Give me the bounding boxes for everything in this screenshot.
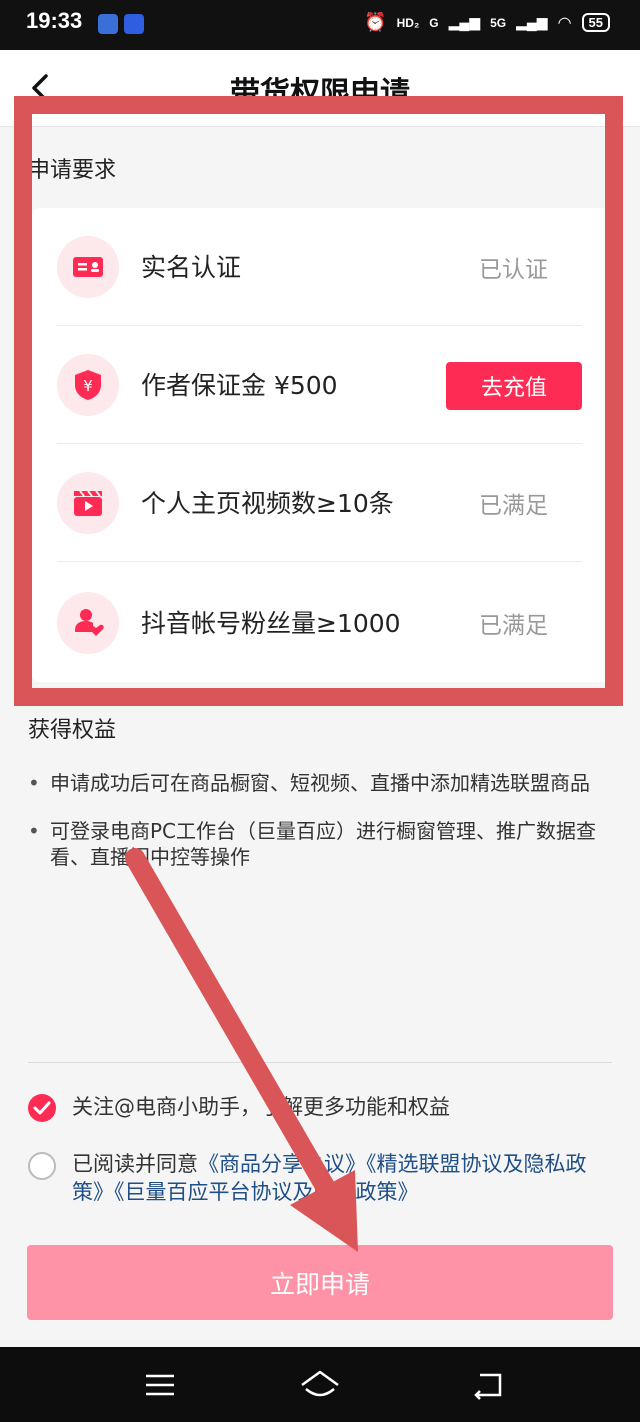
back-icon[interactable]	[470, 1367, 506, 1403]
submit-apply-button[interactable]: 立即申请	[27, 1245, 613, 1320]
requirement-label: 抖音帐号粉丝量≥1000	[141, 609, 401, 638]
requirement-label: 作者保证金 ¥500	[141, 371, 338, 400]
agreement-text: 已阅读并同意《商品分享协议》《精选联盟协议及隐私政策》《巨量百应平台协议及隐私政…	[72, 1150, 612, 1206]
privileges-section-title: 获得权益	[28, 718, 117, 743]
divider	[28, 1062, 612, 1063]
top-bar: 带货权限申请	[0, 50, 640, 127]
requirement-status: 已满足	[479, 613, 548, 639]
requirement-row-deposit: ¥ 作者保证金 ¥500 去充值	[32, 326, 610, 444]
requirement-row-fans: 抖音帐号粉丝量≥1000 已满足	[32, 564, 610, 682]
baidu-app-icon	[98, 14, 118, 34]
link-product-share-agreement[interactable]: 《商品分享协议》	[198, 1152, 366, 1176]
requirement-status: 已满足	[479, 493, 548, 519]
requirement-status: 已认证	[479, 257, 548, 283]
signal-bars-icon-2: ▂▄▆	[516, 14, 548, 30]
svg-text:¥: ¥	[83, 377, 93, 395]
signal-bars-icon-1: ▂▄▆	[448, 14, 481, 30]
yuan-shield-icon: ¥	[57, 354, 119, 416]
link-baiying-agreement[interactable]: 《巨量百应平台协议及隐私政策》	[114, 1180, 419, 1204]
recharge-button[interactable]: 去充值	[446, 362, 582, 410]
hd-label: HD₂	[396, 15, 420, 30]
list-item: 可登录电商PC工作台（巨量百应）进行橱窗管理、推广数据查看、直播间中控等操作	[28, 818, 618, 870]
status-time: 19:33	[26, 8, 83, 33]
divider	[57, 561, 582, 562]
agree-checkbox[interactable]	[28, 1152, 56, 1180]
requirement-label: 个人主页视频数≥10条	[141, 489, 394, 518]
system-nav-bar	[0, 1347, 640, 1422]
id-card-icon	[57, 236, 119, 298]
menu-icon[interactable]	[142, 1367, 178, 1403]
requirements-card: 实名认证 已认证 ¥ 作者保证金 ¥500 去充值 个人主页视频数≥10条 已满…	[32, 208, 610, 682]
home-icon[interactable]	[298, 1367, 342, 1403]
privileges-list: 申请成功后可在商品橱窗、短视频、直播中添加精选联盟商品 可登录电商PC工作台（巨…	[28, 770, 618, 892]
list-item: 申请成功后可在商品橱窗、短视频、直播中添加精选联盟商品	[28, 770, 618, 796]
alarm-icon: ⏰	[364, 12, 387, 32]
notification-app-icon	[124, 14, 144, 34]
status-bar: 19:33 ⏰ HD₂ G ▂▄▆ 5G ▂▄▆ ◠ 55	[0, 0, 640, 50]
follow-option-text: 关注@电商小助手，了解更多功能和权益	[72, 1095, 450, 1119]
page-title: 带货权限申请	[230, 76, 410, 111]
status-right: ⏰ HD₂ G ▂▄▆ 5G ▂▄▆ ◠ 55	[364, 12, 610, 33]
requirement-row-videos: 个人主页视频数≥10条 已满足	[32, 444, 610, 562]
wifi-icon: ◠	[557, 14, 572, 32]
checkmark-icon	[33, 1101, 51, 1115]
requirements-section-title: 申请要求	[28, 158, 117, 183]
agreement-prefix: 已阅读并同意	[72, 1152, 198, 1176]
signal-label-1: G	[429, 15, 439, 30]
video-clapper-icon	[57, 472, 119, 534]
requirement-row-realname: 实名认证 已认证	[32, 208, 610, 326]
requirement-label: 实名认证	[141, 253, 242, 282]
signal-label-2: 5G	[490, 15, 507, 30]
battery-level: 55	[581, 13, 610, 32]
follow-checkbox[interactable]	[28, 1094, 56, 1122]
fans-heart-icon	[57, 592, 119, 654]
